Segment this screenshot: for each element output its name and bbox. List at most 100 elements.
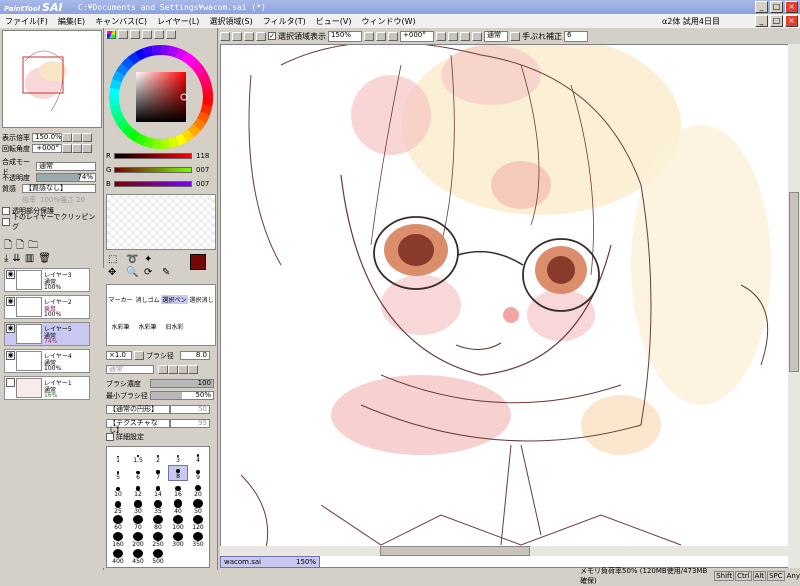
rotate-left-button[interactable]	[62, 144, 72, 153]
clipping-checkbox[interactable]	[2, 217, 10, 226]
layer-item[interactable]: ◉ レイヤー3 通常 100%	[4, 268, 90, 292]
vertical-scroll-thumb[interactable]	[789, 192, 799, 372]
tool-watercolor-1[interactable]: 水彩筆	[107, 322, 134, 331]
layer-item[interactable]: ◉ レイヤー2 乗算 100%	[4, 295, 90, 319]
eye-icon[interactable]	[6, 378, 15, 387]
deselect-button[interactable]	[244, 31, 254, 41]
magic-wand-icon[interactable]: ✦	[144, 254, 160, 265]
scratchpad-tab[interactable]	[166, 30, 176, 39]
stabilizer-select[interactable]: 6	[564, 30, 588, 42]
zoom-reset-button[interactable]	[82, 133, 92, 142]
tool-eraser[interactable]: 消しゴム	[134, 295, 161, 304]
brush-size-cell[interactable]: 200	[128, 532, 148, 548]
color-swatch-grid[interactable]	[106, 194, 216, 250]
lasso-icon[interactable]: ➰	[126, 254, 142, 265]
brush-size-cell[interactable]: 250	[148, 532, 168, 548]
horizontal-scrollbar[interactable]	[220, 546, 794, 556]
invert-select-button[interactable]	[256, 31, 266, 41]
brush-size-cell[interactable]: 120	[188, 515, 208, 531]
brush-size-cell[interactable]: 3	[168, 448, 188, 464]
menu-view[interactable]: ビュー(V)	[311, 16, 357, 27]
menu-edit[interactable]: 編集(E)	[53, 16, 90, 27]
brush-size-cell[interactable]: 2	[148, 448, 168, 464]
hsv-slider-tab[interactable]	[130, 30, 140, 39]
horizontal-scroll-thumb[interactable]	[380, 546, 530, 556]
color-wheel-tab[interactable]	[106, 30, 116, 39]
maximize-button[interactable]: □	[770, 1, 783, 13]
menu-filter[interactable]: フィルタ(T)	[258, 16, 311, 27]
layer-item[interactable]: ◉ レイヤー4 通常 100%	[4, 349, 90, 373]
zoom-tool-icon[interactable]: 🔍	[126, 267, 142, 278]
brush-texture-value[interactable]: 95	[170, 419, 210, 428]
preserve-opacity-checkbox[interactable]	[2, 206, 10, 215]
brush-size-cell[interactable]: 40	[168, 499, 188, 515]
clear-layer-icon[interactable]: ▥	[25, 253, 34, 264]
rotate-tool-icon[interactable]: ⟳	[144, 267, 160, 278]
brush-size-cell[interactable]: 16	[168, 482, 188, 498]
drawing-canvas[interactable]	[220, 44, 794, 568]
transfer-down-icon[interactable]: ⤓	[4, 253, 8, 264]
undo-button[interactable]	[220, 31, 230, 41]
brush-size-cell[interactable]: 12	[128, 482, 148, 498]
rotate-ccw-icon[interactable]	[436, 31, 446, 41]
eye-icon[interactable]: ◉	[6, 324, 15, 333]
rect-select-icon[interactable]: ⬚	[108, 254, 124, 265]
document-tab[interactable]: wacom.sai 150%	[220, 556, 320, 568]
size-multiplier[interactable]: ×1.0	[106, 351, 132, 360]
layer-item[interactable]: レイヤー1 通常 16%	[4, 376, 90, 400]
tool-select-pen[interactable]: 選択ペン	[161, 295, 188, 304]
close-button[interactable]: ×	[785, 1, 798, 13]
eye-icon[interactable]: ◉	[6, 351, 15, 360]
brush-size-cell[interactable]: 50	[188, 498, 208, 515]
size-link-button[interactable]	[134, 351, 144, 360]
brush-size-cell[interactable]: 14	[148, 482, 168, 498]
tool-watercolor-2[interactable]: 水彩筆	[134, 322, 161, 331]
canvas-rotation-select[interactable]: +000°	[400, 30, 434, 42]
canvas-zoom-select[interactable]: 150%	[328, 30, 362, 42]
angle-value[interactable]: +000°	[32, 144, 62, 153]
doc-close-button[interactable]: ×	[785, 15, 798, 27]
brush-size-cell[interactable]: 400	[108, 549, 128, 565]
zoom-value[interactable]: 150.0%	[32, 133, 62, 142]
brush-size-cell[interactable]: 30	[128, 499, 148, 515]
foreground-color[interactable]	[190, 254, 206, 270]
brush-size-cell[interactable]: 450	[128, 549, 148, 565]
g-slider[interactable]	[114, 166, 192, 173]
move-icon[interactable]: ✥	[108, 267, 124, 278]
brush-size-cell[interactable]: 4	[188, 448, 208, 464]
brush-size-cell[interactable]: 25	[108, 499, 128, 515]
rotate-reset-button[interactable]	[82, 144, 92, 153]
texture-select[interactable]: 【質感なし】	[22, 184, 96, 193]
opacity-slider[interactable]: 74%	[36, 173, 96, 182]
blend-mode-select[interactable]: 通常	[36, 162, 96, 171]
blend-mode-brush[interactable]: 通常	[106, 365, 154, 374]
color-wheel[interactable]	[106, 42, 216, 152]
mode-icon[interactable]	[510, 31, 520, 41]
navigator-preview[interactable]	[2, 30, 102, 128]
brush-size-value[interactable]: 8.0	[180, 351, 210, 360]
zoom-out-icon[interactable]	[364, 31, 374, 41]
rotate-right-button[interactable]	[72, 144, 82, 153]
flip-icon[interactable]	[472, 31, 482, 41]
menu-canvas[interactable]: キャンバス(C)	[90, 16, 152, 27]
vertical-scrollbar[interactable]	[788, 44, 800, 568]
brush-size-cell[interactable]: 500	[148, 549, 168, 565]
brush-size-cell[interactable]: 300	[168, 532, 188, 548]
doc-minimize-button[interactable]: _	[755, 15, 768, 27]
brush-size-cell[interactable]: 350	[188, 532, 208, 548]
brush-size-cell[interactable]: 8	[168, 464, 188, 481]
brush-size-cell[interactable]: 10	[108, 482, 128, 498]
brush-shape-select[interactable]: 【通常の円形】	[106, 405, 170, 414]
tool-old-watercolor[interactable]: 旧水彩	[161, 322, 188, 331]
zoom-reset-icon[interactable]	[388, 31, 398, 41]
shape-soft-icon[interactable]	[168, 365, 178, 374]
swatches-tab[interactable]	[142, 30, 152, 39]
brush-size-cell[interactable]: 1.5	[128, 448, 148, 464]
shape-round-icon[interactable]	[158, 365, 168, 374]
detail-settings-checkbox[interactable]	[106, 432, 114, 441]
brush-size-cell[interactable]: 60	[108, 515, 128, 531]
shape-hard-icon[interactable]	[188, 365, 198, 374]
shape-flat-icon[interactable]	[178, 365, 188, 374]
brush-size-cell[interactable]: 6	[128, 465, 148, 481]
canvas-mode-select[interactable]: 通常	[484, 30, 508, 42]
